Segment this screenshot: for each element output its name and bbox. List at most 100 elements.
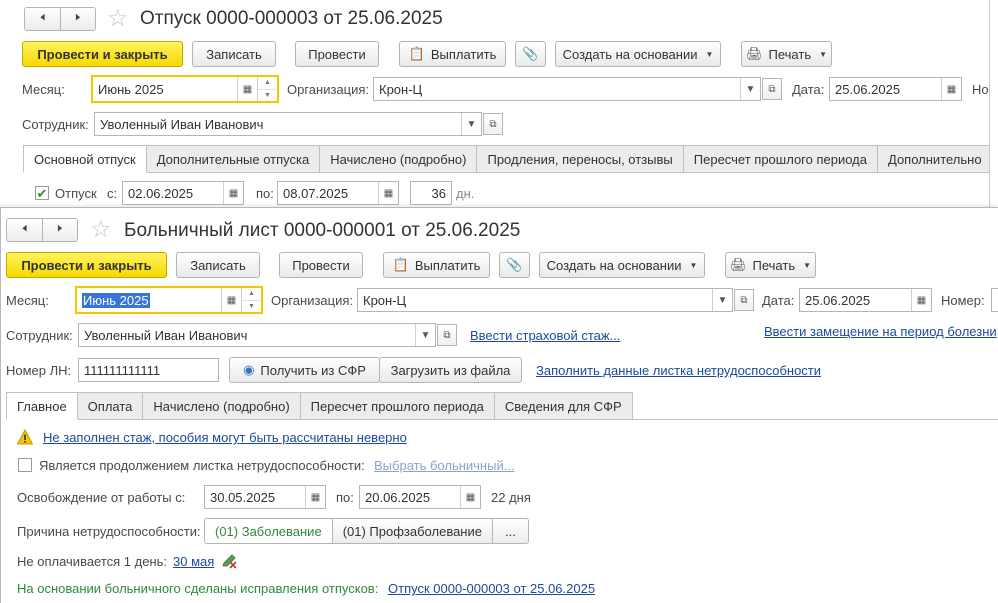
open-organization-icon[interactable]: ⧉: [762, 78, 782, 100]
corrections-vacation-link[interactable]: Отпуск 0000-000003 от 25.06.2025: [388, 581, 595, 597]
vacation-from-label: с:: [107, 186, 118, 201]
edit-pencil-icon[interactable]: [221, 553, 237, 569]
continuation-label: Является продолжением листка нетрудоспос…: [39, 458, 365, 473]
favorite-star-icon[interactable]: ☆: [107, 7, 129, 31]
release-to-field[interactable]: 20.06.2025 ▦: [359, 485, 481, 509]
fill-sick-leave-data-link[interactable]: Заполнить данные листка нетрудоспособнос…: [536, 363, 821, 379]
reason-option-illness[interactable]: (01) Заболевание: [205, 519, 332, 543]
organization-field[interactable]: Крон-Ц ▼: [373, 77, 761, 101]
save-button[interactable]: Записать: [176, 252, 260, 278]
employee-field[interactable]: Уволенный Иван Иванович ▼: [94, 112, 482, 136]
save-button[interactable]: Записать: [192, 41, 276, 67]
payment-document-icon: 📋: [392, 257, 409, 272]
post-button[interactable]: Провести: [279, 252, 363, 278]
vacation-to-value: 08.07.2025: [283, 185, 349, 201]
favorite-star-icon[interactable]: ☆: [90, 218, 112, 242]
tab-recalculation[interactable]: Пересчет прошлого периода: [683, 145, 878, 173]
tab-main-vacation[interactable]: Основной отпуск: [23, 145, 147, 173]
release-from-field[interactable]: 30.05.2025 ▦: [204, 485, 326, 509]
insurance-experience-link[interactable]: Ввести страховой стаж...: [470, 328, 620, 344]
attach-button[interactable]: 📎: [515, 41, 546, 67]
tab-extensions[interactable]: Продления, переносы, отзывы: [477, 145, 684, 173]
replacement-link[interactable]: Ввести замещение на период болезни: [764, 324, 997, 340]
sick-leave-tabs: Главное Оплата Начислено (подробно) Пере…: [6, 392, 633, 420]
reason-selector: (01) Заболевание (01) Профзаболевание ..…: [204, 518, 529, 544]
open-employee-icon[interactable]: ⧉: [483, 113, 503, 135]
release-from-label: Освобождение от работы с:: [17, 490, 186, 505]
employee-label: Сотрудник:: [6, 328, 73, 343]
vacation-to-label: по:: [256, 186, 274, 201]
calendar-icon[interactable]: ▦: [460, 486, 480, 508]
organization-field[interactable]: Крон-Ц ▼: [357, 288, 733, 312]
number-field[interactable]: [991, 288, 998, 312]
chevron-down-icon: ▼: [819, 49, 828, 59]
number-label: Но: [972, 82, 989, 97]
calendar-icon[interactable]: ▦: [221, 288, 241, 312]
sick-leave-number-label: Номер ЛН:: [6, 363, 72, 378]
forward-arrow-icon[interactable]: 🢒: [42, 219, 77, 241]
calendar-icon[interactable]: ▦: [305, 486, 325, 508]
post-button[interactable]: Провести: [295, 41, 379, 67]
create-based-on-button[interactable]: Создать на основании ▼: [555, 41, 721, 67]
tab-additional-vacations[interactable]: Дополнительные отпуска: [146, 145, 321, 173]
tab-recalculation[interactable]: Пересчет прошлого периода: [300, 392, 495, 420]
dropdown-arrow-icon[interactable]: ▼: [461, 113, 481, 135]
sick-leave-number-field[interactable]: 111111111111: [78, 358, 219, 382]
dropdown-arrow-icon[interactable]: ▼: [740, 78, 760, 100]
print-button[interactable]: 🖨 Печать ▼: [741, 41, 832, 67]
load-from-file-button[interactable]: Загрузить из файла: [379, 357, 522, 383]
tab-accrued-detailed[interactable]: Начислено (подробно): [320, 145, 478, 173]
tab-payment[interactable]: Оплата: [77, 392, 144, 420]
forward-arrow-icon[interactable]: 🢒: [60, 8, 95, 30]
pay-button[interactable]: 📋 Выплатить: [399, 41, 506, 67]
date-field[interactable]: 25.06.2025 ▦: [829, 77, 962, 101]
vacation-days-field[interactable]: 36: [410, 181, 452, 205]
attach-button[interactable]: 📎: [499, 252, 530, 278]
pay-button[interactable]: 📋 Выплатить: [383, 252, 490, 278]
tab-underline: [626, 419, 998, 420]
open-organization-icon[interactable]: ⧉: [734, 289, 754, 311]
unpaid-day-link[interactable]: 30 мая: [173, 554, 214, 570]
vacation-checkbox[interactable]: ✔: [35, 186, 49, 200]
date-field[interactable]: 25.06.2025 ▦: [799, 288, 932, 312]
warning-experience-link[interactable]: Не заполнен стаж, пособия могут быть рас…: [43, 430, 407, 446]
create-based-on-button[interactable]: Создать на основании ▼: [539, 252, 705, 278]
employee-value: Уволенный Иван Иванович: [84, 327, 248, 343]
month-field[interactable]: Июнь 2025 ▦ ▲ ▼: [75, 286, 263, 314]
get-from-sfr-button[interactable]: ◉ Получить из СФР: [229, 357, 380, 383]
tab-additional[interactable]: Дополнительно: [878, 145, 989, 173]
tab-accrued-detailed[interactable]: Начислено (подробно): [143, 392, 301, 420]
dropdown-arrow-icon[interactable]: ▼: [415, 324, 435, 346]
month-field[interactable]: Июнь 2025 ▦ ▲ ▼: [91, 75, 279, 103]
tab-sfr-info[interactable]: Сведения для СФР: [494, 392, 633, 420]
tab-main[interactable]: Главное: [6, 392, 78, 420]
date-value: 25.06.2025: [835, 81, 901, 97]
printer-icon: 🖨: [745, 46, 763, 61]
continuation-checkbox[interactable]: [18, 458, 32, 472]
calendar-icon[interactable]: ▦: [237, 77, 257, 101]
post-and-close-button[interactable]: Провести и закрыть: [6, 252, 167, 278]
vacation-to-field[interactable]: 08.07.2025 ▦: [277, 181, 399, 205]
vacation-from-field[interactable]: 02.06.2025 ▦: [122, 181, 244, 205]
employee-field[interactable]: Уволенный Иван Иванович ▼: [78, 323, 436, 347]
reason-option-occupational[interactable]: (01) Профзаболевание: [331, 519, 492, 543]
calendar-icon[interactable]: ▦: [911, 289, 931, 311]
payment-document-icon: 📋: [408, 46, 425, 61]
open-employee-icon[interactable]: ⧉: [437, 324, 457, 346]
dropdown-arrow-icon[interactable]: ▼: [712, 289, 732, 311]
release-to-label: по:: [336, 490, 354, 505]
back-arrow-icon[interactable]: 🢐: [25, 8, 60, 30]
calendar-icon[interactable]: ▦: [941, 78, 961, 100]
sfr-globe-icon: ◉: [243, 362, 255, 377]
calendar-icon[interactable]: ▦: [378, 182, 398, 204]
choose-sick-leave-link[interactable]: Выбрать больничный...: [374, 458, 515, 474]
month-stepper[interactable]: ▲ ▼: [241, 288, 261, 312]
month-stepper[interactable]: ▲ ▼: [257, 77, 277, 101]
back-arrow-icon[interactable]: 🢐: [7, 219, 42, 241]
calendar-icon[interactable]: ▦: [223, 182, 243, 204]
post-and-close-button[interactable]: Провести и закрыть: [22, 41, 183, 67]
reason-more-button[interactable]: ...: [491, 519, 528, 543]
organization-value: Крон-Ц: [363, 292, 407, 308]
warning-icon: [17, 429, 33, 445]
print-button[interactable]: 🖨 Печать ▼: [725, 252, 816, 278]
